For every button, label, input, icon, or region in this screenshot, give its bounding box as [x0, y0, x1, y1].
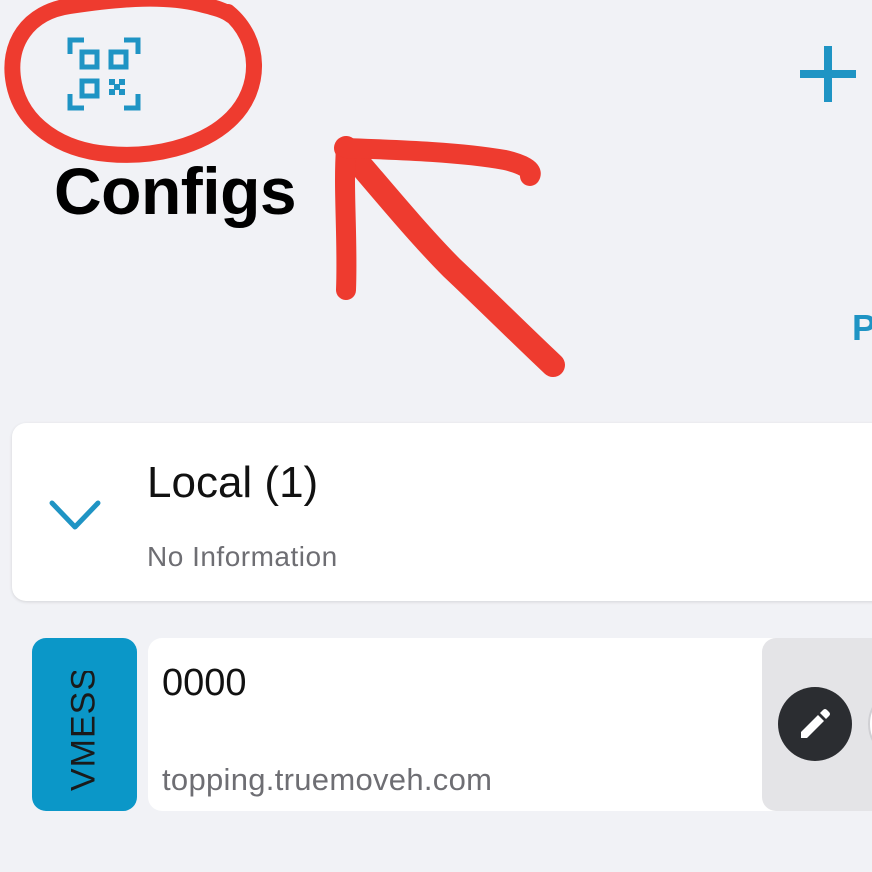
app-screen: Configs P Local (1) No Information VMESS… [0, 0, 872, 872]
chevron-down-icon[interactable] [48, 499, 102, 533]
protocol-badge: VMESS [32, 638, 137, 811]
qr-scan-button[interactable] [62, 32, 146, 116]
annotation-arrow-shaft [334, 136, 565, 377]
add-config-button[interactable] [790, 36, 866, 112]
server-actions [762, 638, 872, 811]
group-title: Local (1) [147, 458, 319, 507]
config-group-card[interactable]: Local (1) No Information [12, 423, 872, 601]
server-host: topping.truemoveh.com [162, 762, 493, 797]
server-name: 0000 [162, 662, 247, 704]
qr-scan-icon [67, 37, 141, 111]
page-title: Configs [54, 154, 297, 228]
plus-icon [800, 46, 856, 102]
truncated-edge-text[interactable]: P [852, 310, 872, 346]
group-subtitle: No Information [147, 541, 338, 572]
protocol-label: VMESS [64, 671, 103, 791]
share-button[interactable] [868, 687, 872, 761]
pencil-icon [801, 709, 830, 738]
annotation-arrow-head-left [335, 138, 357, 300]
edit-button[interactable] [778, 687, 852, 761]
annotation-arrow-head-right [336, 138, 541, 186]
